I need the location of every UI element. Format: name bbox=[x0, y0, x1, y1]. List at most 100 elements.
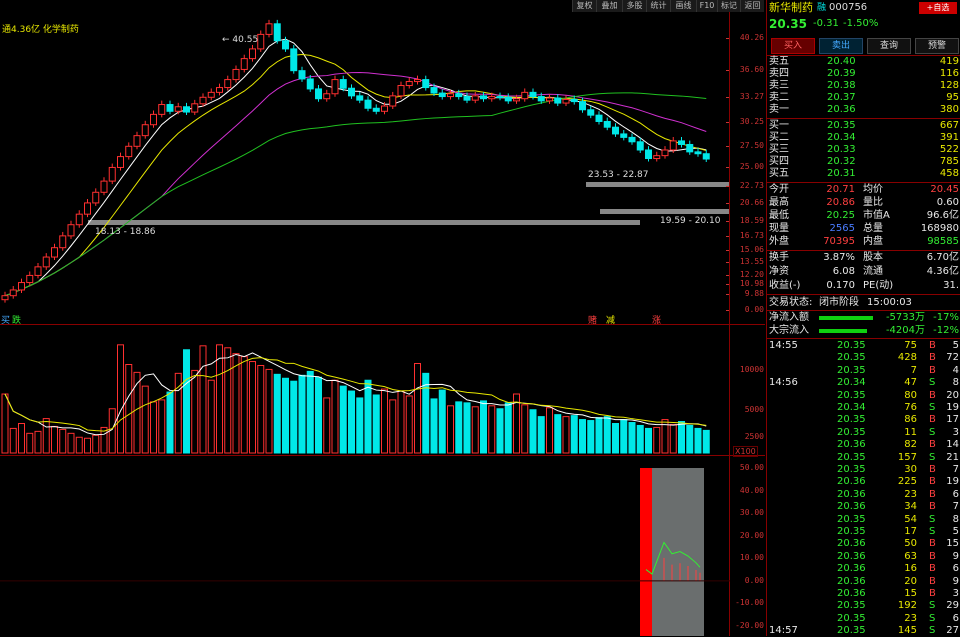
tick-side: B bbox=[929, 464, 936, 475]
bid-price: 20.35 bbox=[827, 120, 856, 131]
tick-row[interactable]: 20.35 428 B 72 bbox=[767, 352, 960, 364]
tick-row[interactable]: 20.36 82 B 14 bbox=[767, 439, 960, 451]
tick-row[interactable]: 20.36 34 B 7 bbox=[767, 501, 960, 513]
bid-volume: 458 bbox=[939, 168, 959, 179]
tick-row[interactable]: 20.34 76 S 19 bbox=[767, 402, 960, 414]
tick-side: B bbox=[929, 563, 936, 575]
last-price: 20.35 bbox=[769, 17, 807, 31]
tick-side: B bbox=[929, 550, 936, 562]
flow-row: 净流入额 -5733万 -17% bbox=[767, 312, 960, 324]
divider bbox=[767, 310, 960, 311]
tick-side: B bbox=[929, 588, 936, 599]
stat-value: 20.25 bbox=[826, 210, 855, 221]
tick-row[interactable]: 20.36 63 B 9 bbox=[767, 551, 960, 563]
tick-row[interactable]: 20.35 54 S 8 bbox=[767, 514, 960, 526]
tick-row[interactable]: 20.35 30 B 7 bbox=[767, 464, 960, 476]
tick-row[interactable]: 20.36 15 B 3 bbox=[767, 588, 960, 600]
ask-price: 20.38 bbox=[827, 80, 856, 91]
sell-button[interactable]: 卖出 bbox=[819, 38, 863, 54]
alert-button[interactable]: 预警 bbox=[915, 38, 959, 54]
tick-row[interactable]: 20.36 50 B 15 bbox=[767, 538, 960, 550]
tick-price: 20.35 bbox=[837, 414, 866, 426]
ask-volume: 380 bbox=[939, 104, 959, 115]
tick-side: S bbox=[929, 625, 936, 637]
bid-row: 买五 20.31 458 bbox=[767, 168, 960, 180]
tick-volume: 23 bbox=[904, 612, 917, 624]
tick-row[interactable]: 20.35 17 S 5 bbox=[767, 526, 960, 538]
tick-row[interactable]: 20.35 192 S 29 bbox=[767, 600, 960, 612]
tick-price: 20.35 bbox=[837, 451, 866, 463]
tick-row[interactable]: 14:57 20.35 145 S 27 bbox=[767, 625, 960, 637]
bid-volume: 667 bbox=[939, 120, 959, 131]
tick-price: 20.36 bbox=[837, 575, 866, 587]
bid-label: 买五 bbox=[769, 168, 789, 179]
buy-button[interactable]: 买入 bbox=[771, 38, 815, 54]
quote-sidebar: 新华制药 融 000756 +自选 20.35 -0.31 -1.50% 买入 … bbox=[766, 0, 960, 636]
bid-volume: 391 bbox=[939, 132, 959, 143]
tick-volume: 54 bbox=[904, 513, 917, 525]
ask-row: 卖一 20.36 380 bbox=[767, 104, 960, 116]
tick-row[interactable]: 20.35 7 B 4 bbox=[767, 365, 960, 377]
fund-value: 4.36亿 bbox=[926, 266, 959, 277]
tick-volume: 50 bbox=[904, 538, 917, 550]
tick-row[interactable]: 20.35 11 S 3 bbox=[767, 427, 960, 439]
price-pct: -1.50% bbox=[843, 18, 879, 29]
divider bbox=[767, 182, 960, 183]
stat-row: 现量 2565 总量 168980 bbox=[767, 223, 960, 235]
stat-row: 最低 20.25 市值A 96.6亿 bbox=[767, 210, 960, 222]
tick-time: 14:55 bbox=[769, 340, 798, 351]
tick-count: 20 bbox=[946, 389, 959, 401]
tick-row[interactable]: 20.36 20 B 9 bbox=[767, 576, 960, 588]
bid-price: 20.34 bbox=[827, 132, 856, 143]
tick-price: 20.35 bbox=[837, 513, 866, 525]
flow-label: 大宗流入 bbox=[769, 325, 809, 336]
add-watchlist-button[interactable]: +自选 bbox=[919, 2, 957, 14]
stat-value: 2565 bbox=[829, 223, 855, 234]
ask-price: 20.40 bbox=[827, 56, 856, 67]
fund-value: 31. bbox=[943, 280, 959, 291]
stat-label: 内盘 bbox=[863, 236, 883, 247]
tick-count: 5 bbox=[952, 526, 959, 537]
fund-label: 净资 bbox=[769, 266, 789, 277]
ask-volume: 419 bbox=[939, 56, 959, 67]
tick-side: B bbox=[929, 575, 936, 587]
fund-row: 收益(-) 0.170 PE(动) 31. bbox=[767, 280, 960, 292]
fund-label: 股本 bbox=[863, 252, 883, 263]
ask-label: 卖四 bbox=[769, 68, 789, 79]
tick-volume: 82 bbox=[904, 439, 917, 451]
main-chart-area[interactable]: 复权 叠加 多股 统计 画线 F10 标记 返回 通4.36亿 化学制药 ← 40.55 23.… bbox=[0, 0, 765, 636]
stock-header: 新华制药 融 000756 +自选 bbox=[767, 1, 960, 15]
fund-value: 0.170 bbox=[826, 280, 855, 291]
trade-status-value: 闭市阶段 bbox=[819, 297, 859, 308]
query-button[interactable]: 查询 bbox=[867, 38, 911, 54]
tick-volume: 225 bbox=[897, 476, 917, 488]
tick-row[interactable]: 20.35 86 B 17 bbox=[767, 414, 960, 426]
tick-price: 20.36 bbox=[837, 488, 866, 500]
tick-count: 3 bbox=[952, 426, 959, 438]
tick-price: 20.35 bbox=[837, 625, 866, 637]
stat-value: 20.86 bbox=[826, 197, 855, 208]
tick-row[interactable]: 20.36 23 B 6 bbox=[767, 489, 960, 501]
tick-count: 6 bbox=[952, 563, 959, 575]
tick-price: 20.35 bbox=[837, 426, 866, 438]
indicator-axis-tick: 40.00 bbox=[739, 485, 764, 495]
tick-row[interactable]: 20.36 16 B 6 bbox=[767, 563, 960, 575]
tick-row[interactable]: 20.35 80 B 20 bbox=[767, 390, 960, 402]
tick-row[interactable]: 20.35 157 S 21 bbox=[767, 452, 960, 464]
tick-row[interactable]: 20.36 225 B 19 bbox=[767, 476, 960, 488]
trade-status-label: 交易状态: bbox=[769, 297, 813, 308]
tick-volume: 76 bbox=[904, 402, 917, 413]
tick-row[interactable]: 14:56 20.34 47 S 8 bbox=[767, 377, 960, 389]
tick-volume: 75 bbox=[904, 340, 917, 351]
flow-amount: -5733万 bbox=[885, 312, 925, 323]
stat-value: 0.60 bbox=[936, 197, 959, 208]
indicator-axis: 50.00 40.00 30.00 20.00 10.00 0.00 -10.00 -20.0… bbox=[0, 0, 765, 636]
tick-row[interactable]: 20.35 23 S 6 bbox=[767, 613, 960, 625]
tick-price: 20.36 bbox=[837, 476, 866, 488]
tick-row[interactable]: 14:55 20.35 75 B 5 bbox=[767, 340, 960, 352]
tick-time: 14:57 bbox=[769, 625, 798, 637]
stat-label: 现量 bbox=[769, 223, 789, 234]
stat-value: 70395 bbox=[823, 236, 855, 247]
indicator-axis-tick: 50.00 bbox=[739, 463, 764, 472]
ask-volume: 128 bbox=[939, 80, 959, 91]
